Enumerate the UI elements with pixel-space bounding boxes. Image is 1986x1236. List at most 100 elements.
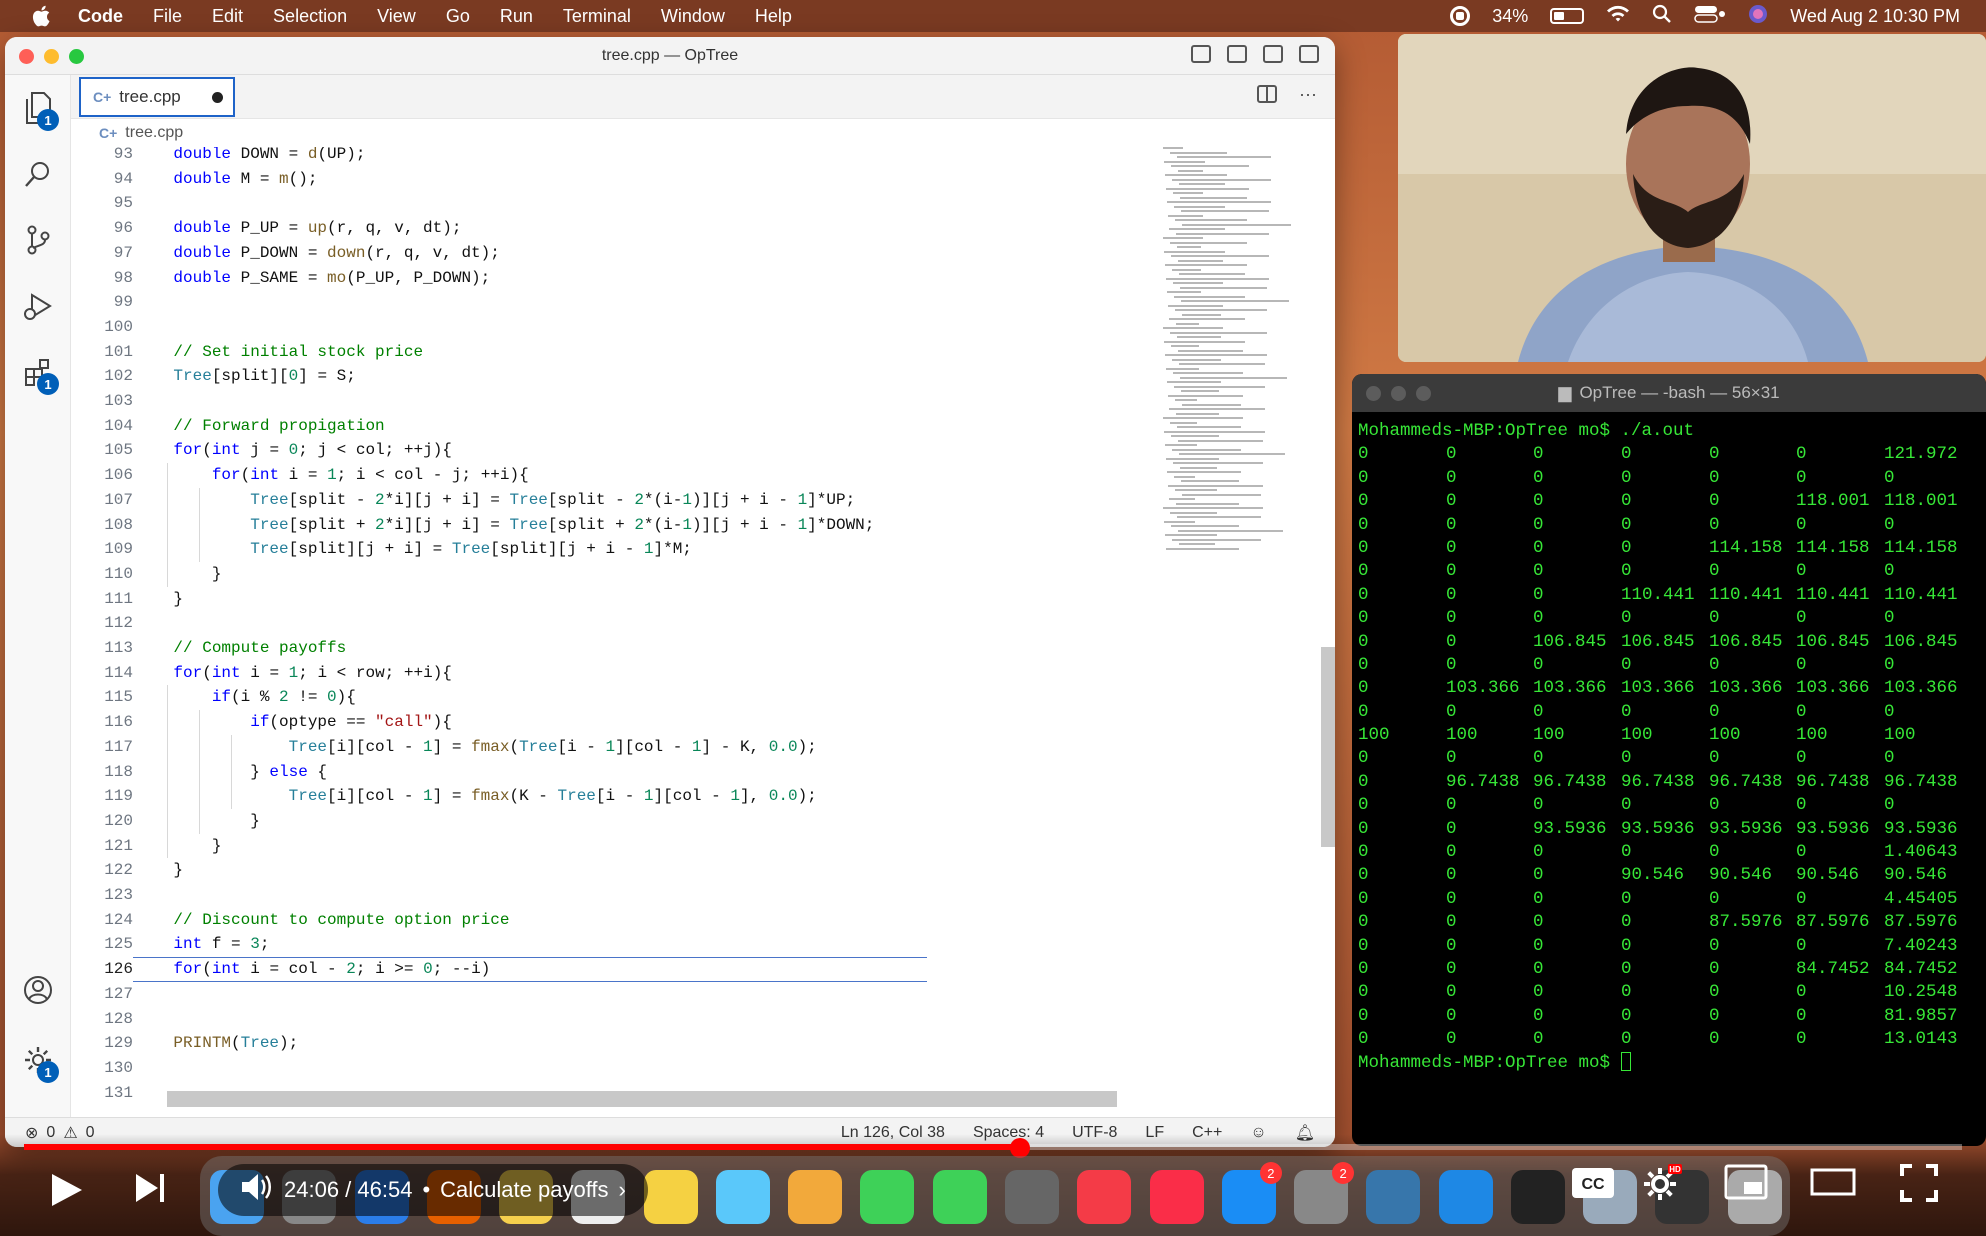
menu-help[interactable]: Help <box>755 6 792 27</box>
run-and-debug-icon[interactable] <box>5 273 71 339</box>
code-line[interactable]: int f = 3; <box>135 932 269 957</box>
menu-clock[interactable]: Wed Aug 2 10:30 PM <box>1790 6 1960 27</box>
code-line[interactable]: Tree[split][0] = S; <box>135 364 355 389</box>
music-icon[interactable] <box>1149 1170 1204 1224</box>
horizontal-scrollbar[interactable] <box>167 1091 1117 1107</box>
volume-icon[interactable] <box>240 1172 274 1208</box>
explorer-icon[interactable]: 1 <box>5 75 71 141</box>
zoom-window-button[interactable] <box>69 49 84 64</box>
fullscreen-icon[interactable] <box>1900 1164 1938 1202</box>
chapter-title[interactable]: Calculate payoffs <box>440 1177 608 1203</box>
minimap[interactable] <box>1163 147 1313 567</box>
code-line[interactable]: double P_SAME = mo(P_UP, P_DOWN); <box>135 266 490 291</box>
toggle-panel-icon[interactable] <box>1227 45 1247 63</box>
more-actions-icon[interactable]: ⋯ <box>1299 85 1317 108</box>
code-line[interactable]: if(optype == "call"){ <box>135 710 452 735</box>
stickies-icon[interactable] <box>643 1170 698 1224</box>
code-editor[interactable]: 93 94 95 96 97 98 99 100 101 102 103 104 105 106 107 10… <box>71 147 1335 1115</box>
code-line[interactable]: Tree[i][col - 1] = fmax(K - Tree[i - 1][… <box>135 784 817 809</box>
code-line[interactable]: // Set initial stock price <box>135 340 423 365</box>
app-store-icon[interactable]: 2 <box>1221 1162 1282 1224</box>
code-line[interactable]: Tree[split][j + i] = Tree[split][j + i -… <box>135 537 692 562</box>
code-line[interactable]: Tree[i][col - 1] = fmax(Tree[i - 1][col … <box>135 735 817 760</box>
battery-icon[interactable] <box>1550 8 1585 24</box>
terminal-minimize-button[interactable] <box>1391 386 1406 401</box>
code-line[interactable]: double P_UP = up(r, q, v, dt); <box>135 216 461 241</box>
search-icon[interactable] <box>5 141 71 207</box>
code-line[interactable]: if(i % 2 != 0){ <box>135 685 356 710</box>
code-line[interactable]: // Discount to compute option price <box>135 908 509 933</box>
terminal-output[interactable]: Mohammeds-MBP:OpTree mo$ ./a.out 0 0 0 0 0 0 12… <box>1358 420 1986 1075</box>
code-line[interactable]: double P_DOWN = down(r, q, v, dt); <box>135 241 499 266</box>
menu-selection[interactable]: Selection <box>273 6 347 27</box>
close-window-button[interactable] <box>19 49 34 64</box>
settings-gear-icon[interactable]: HD <box>1640 1162 1682 1204</box>
source-control-icon[interactable] <box>5 207 71 273</box>
photos-icon[interactable] <box>788 1170 843 1224</box>
terminal-prompt-line[interactable]: Mohammeds-MBP:OpTree mo$ <box>1358 1052 1986 1075</box>
facetime-icon[interactable] <box>932 1170 987 1224</box>
accounts-icon[interactable] <box>5 957 71 1023</box>
wifi-icon[interactable] <box>1606 5 1630 28</box>
code-lines[interactable]: double DOWN = d(UP); double M = m(); dou… <box>167 147 1167 1115</box>
control-center-icon[interactable] <box>1694 5 1726 28</box>
time-and-chapter[interactable]: 24:06 / 46:54 • Calculate payoffs › <box>218 1164 648 1216</box>
code-line[interactable]: } <box>135 809 260 834</box>
terminal-close-button[interactable] <box>1366 386 1381 401</box>
code-line[interactable]: } <box>135 858 183 883</box>
code-line[interactable]: } <box>135 834 222 859</box>
code-line[interactable]: Tree[split + 2*i][j + i] = Tree[split + … <box>135 513 874 538</box>
minimize-window-button[interactable] <box>44 49 59 64</box>
spotlight-search-icon[interactable] <box>1652 4 1672 29</box>
code-line[interactable]: for(int j = 0; j < col; ++j){ <box>135 438 451 463</box>
video-scrubber-handle[interactable] <box>1010 1138 1031 1158</box>
code-line[interactable]: } <box>135 562 222 587</box>
terminal-icon[interactable] <box>1510 1170 1565 1224</box>
customize-layout-icon[interactable] <box>1299 45 1319 63</box>
terminal-zoom-button[interactable] <box>1416 386 1431 401</box>
system-settings-icon[interactable]: 2 <box>1294 1162 1355 1224</box>
manage-gear-icon[interactable]: 1 <box>5 1027 71 1093</box>
menu-view[interactable]: View <box>377 6 416 27</box>
toggle-secondary-sidebar-icon[interactable] <box>1263 45 1283 63</box>
menu-file[interactable]: File <box>153 6 182 27</box>
code-line[interactable]: PRINTM(Tree); <box>135 1031 298 1056</box>
menu-run[interactable]: Run <box>500 6 533 27</box>
code-line[interactable]: } <box>135 587 183 612</box>
apple-logo-icon[interactable] <box>28 3 54 29</box>
code-line[interactable]: for(int i = 1; i < row; ++i){ <box>135 661 451 686</box>
tab-tree-cpp[interactable]: C+ tree.cpp <box>79 77 235 117</box>
code-line[interactable]: double DOWN = d(UP); <box>135 147 365 167</box>
play-icon[interactable] <box>50 1172 84 1208</box>
news-icon[interactable] <box>1077 1170 1132 1224</box>
menu-code[interactable]: Code <box>78 6 123 27</box>
vscode-icon[interactable] <box>1438 1170 1493 1224</box>
split-editor-icon[interactable] <box>1257 85 1277 108</box>
video-progress-bar[interactable] <box>24 1138 1962 1158</box>
screenshot-icon[interactable] <box>1005 1170 1059 1224</box>
code-line[interactable]: // Forward propigation <box>135 414 384 439</box>
screen-recording-icon[interactable] <box>1450 6 1471 26</box>
code-line[interactable]: for(int i = col - 2; i >= 0; --i) <box>135 957 490 982</box>
menu-edit[interactable]: Edit <box>212 6 243 27</box>
breadcrumb-file[interactable]: tree.cpp <box>125 124 183 142</box>
menu-window[interactable]: Window <box>661 6 725 27</box>
toggle-primary-sidebar-icon[interactable] <box>1191 45 1211 63</box>
miniplayer-icon[interactable] <box>1724 1164 1768 1200</box>
next-video-icon[interactable] <box>134 1172 166 1204</box>
code-line[interactable]: Tree[split - 2*i][j + i] = Tree[split - … <box>135 488 855 513</box>
code-line[interactable]: for(int i = 1; i < col - j; ++i){ <box>135 463 529 488</box>
unsaved-dot-icon[interactable] <box>212 91 223 103</box>
extensions-icon[interactable]: 1 <box>5 339 71 405</box>
code-line[interactable]: // Compute payoffs <box>135 636 346 661</box>
code-line[interactable]: double M = m(); <box>135 167 317 192</box>
menu-go[interactable]: Go <box>446 6 470 27</box>
siri-icon[interactable] <box>1748 4 1768 29</box>
subtitles-cc-icon[interactable]: CC <box>1570 1166 1616 1200</box>
freeform-icon[interactable] <box>715 1170 770 1224</box>
theater-mode-icon[interactable] <box>1810 1168 1856 1196</box>
menu-terminal[interactable]: Terminal <box>563 6 631 27</box>
python-icon[interactable] <box>1366 1170 1421 1224</box>
messages-icon[interactable] <box>860 1170 915 1224</box>
vertical-scrollbar[interactable] <box>1321 647 1335 847</box>
